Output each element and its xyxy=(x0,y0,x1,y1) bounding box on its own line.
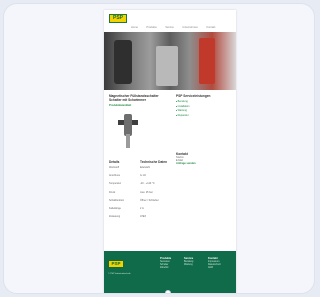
tech-title: Technische Daten xyxy=(140,160,168,164)
details-line: Zulassung xyxy=(109,215,121,219)
tech-line: ATEX xyxy=(140,215,147,219)
footer-column: Service Beratung Wartung xyxy=(184,257,193,267)
footer-note: © PSP Industrietechnik xyxy=(108,273,131,275)
hero-banner: Produkte Lösungen Service Kontakt xyxy=(104,32,236,93)
service-title: PSP Serviceleistungen xyxy=(176,94,211,98)
hero-machine-image xyxy=(114,40,132,84)
product-subtitle: Schalter mit Schwimmer xyxy=(109,98,147,102)
details-line: Anschluss xyxy=(109,174,120,178)
details-right: Technische Daten Edelstahl G 1/2 -20…+12… xyxy=(140,160,172,218)
tech-line: -20…+120 °C xyxy=(140,182,155,186)
sub-nav: Produkte Service News Downloads Karriere xyxy=(131,25,233,39)
product-image xyxy=(114,114,142,150)
details-line: Werkstoff xyxy=(109,166,120,169)
footer-logo[interactable]: PSP xyxy=(108,260,124,268)
details-title: Details xyxy=(109,160,120,164)
product-section: Magnetischer Füllstandsschalter Schalter… xyxy=(109,94,171,107)
service-item[interactable]: Reparatur xyxy=(176,114,234,119)
details-left: Details Werkstoff Anschluss Temperatur D… xyxy=(109,160,137,218)
hero-menu: Produkte Lösungen Service Kontakt xyxy=(104,79,236,93)
web-page-thumbnail[interactable]: PSP Home Produkte Service Unternehmen Ko… xyxy=(104,10,236,293)
details-line: Schaltfunktion xyxy=(109,198,125,202)
footer-link[interactable]: Zubehör xyxy=(160,267,171,270)
details-line: Kabellänge xyxy=(109,207,121,211)
tech-line: Öffner / Schließer xyxy=(140,198,159,202)
footer-link[interactable]: AGB xyxy=(208,267,221,270)
contact-section: Kontakt Telefon E-Mail Anfrage senden xyxy=(176,152,234,166)
footer-link[interactable]: Wartung xyxy=(184,264,193,267)
details-line: Temperatur xyxy=(109,182,122,186)
product-body xyxy=(124,114,132,136)
tech-line: 2 m xyxy=(140,207,144,211)
product-stem xyxy=(126,134,130,148)
footer-column: Produkte Sensoren Schalter Zubehör xyxy=(160,257,171,271)
tech-line: G 1/2 xyxy=(140,174,146,178)
datasheet-link[interactable]: Produktdatenblatt xyxy=(109,104,171,107)
hero-menu-item[interactable]: Lösungen xyxy=(155,90,166,93)
hero-menu-item[interactable]: Produkte xyxy=(133,90,143,93)
tech-line: max. 25 bar xyxy=(140,190,153,194)
site-header: PSP Home Produkte Service Unternehmen Ko… xyxy=(104,10,236,39)
site-logo[interactable]: PSP xyxy=(109,14,127,23)
hero-menu-item[interactable]: Service xyxy=(178,90,186,93)
contact-link[interactable]: Anfrage senden xyxy=(176,162,234,165)
service-section: PSP Serviceleistungen Beratung Installat… xyxy=(176,94,234,118)
footer-column: Kontakt Impressum Datenschutz AGB xyxy=(208,257,221,271)
main-nav: Home Produkte Service Unternehmen Kontak… xyxy=(131,15,233,29)
details-line: Druck xyxy=(109,190,116,194)
tech-line: Edelstahl xyxy=(140,166,150,169)
scroll-to-top-button[interactable] xyxy=(165,290,171,293)
preview-card: PSP Home Produkte Service Unternehmen Ko… xyxy=(3,3,315,294)
hero-menu-item[interactable]: Kontakt xyxy=(199,90,207,93)
hero-machine-image xyxy=(199,38,215,84)
site-footer: PSP © PSP Industrietechnik Produkte Sens… xyxy=(104,251,236,293)
